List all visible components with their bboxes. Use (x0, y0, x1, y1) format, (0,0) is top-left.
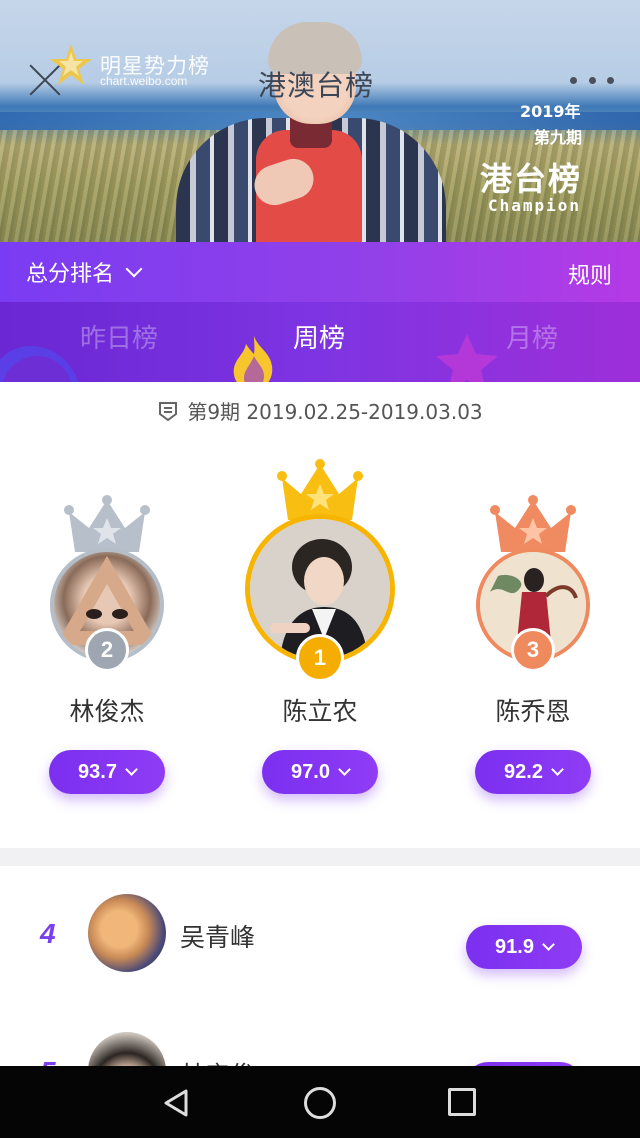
score-value: 93.7 (78, 760, 117, 783)
recent-apps-icon[interactable] (448, 1088, 476, 1116)
chevron-down-icon (551, 763, 564, 776)
name-second: 林俊杰 (69, 697, 145, 726)
bronze-crown-icon (490, 495, 576, 552)
more-options-icon[interactable] (570, 70, 614, 90)
ranking-type-label: 总分排名 (26, 262, 115, 287)
list-avatar (88, 894, 166, 972)
period-tabs: 昨日榜 周榜 月榜 (0, 302, 640, 382)
rank-badge-third: 3 (511, 628, 555, 672)
silver-crown-icon (64, 495, 150, 552)
list-name: 吴青峰 (180, 923, 256, 952)
list-rank: 4 (40, 918, 56, 949)
period-info: 第9期 2019.02.25-2019.03.03 (0, 396, 640, 425)
podium-first[interactable]: 1 陈立农 97.0 (245, 458, 395, 808)
champion-title: 港台榜 (480, 160, 583, 198)
rank-badge-first: 1 (296, 634, 344, 682)
rules-link[interactable]: 规则 (568, 258, 612, 290)
star-logo-icon (50, 44, 92, 85)
score-value: 91.9 (495, 935, 534, 958)
tab-weekly[interactable]: 周榜 (293, 318, 345, 355)
chevron-down-icon (125, 260, 143, 278)
period-text: 第9期 2019.02.25-2019.03.03 (187, 400, 483, 424)
section-divider (0, 848, 640, 866)
flame-icon (233, 336, 273, 382)
tab-daily[interactable]: 昨日榜 (80, 318, 158, 355)
podium-second[interactable]: 2 林俊杰 93.7 (32, 490, 182, 810)
chevron-down-icon (125, 763, 138, 776)
chevron-down-icon (338, 763, 351, 776)
banner-year: 2019年 (520, 102, 581, 121)
tab-monthly[interactable]: 月榜 (506, 318, 558, 355)
name-third: 陈乔恩 (495, 697, 571, 726)
ranking-bar: 总分排名 规则 (0, 242, 640, 302)
star-decor-icon (436, 334, 498, 382)
back-icon[interactable] (162, 1088, 192, 1118)
banner-photo-person (170, 20, 450, 242)
score-value: 92.2 (504, 760, 543, 783)
home-icon[interactable] (304, 1087, 336, 1119)
podium-third[interactable]: 3 陈乔恩 92.2 (458, 490, 608, 810)
rank-badge-second: 2 (85, 628, 129, 672)
chevron-down-icon (542, 938, 555, 951)
banner-issue: 第九期 (534, 128, 583, 147)
score-button-second[interactable]: 93.7 (49, 750, 165, 794)
list-item[interactable]: 4 吴青峰 91.9 (0, 880, 640, 1000)
header-banner: 明星势力榜 chart.weibo.com 港澳台榜 2019年 第九期 港台榜… (0, 0, 640, 242)
score-button-third[interactable]: 92.2 (475, 750, 591, 794)
score-button-first[interactable]: 97.0 (262, 750, 378, 794)
score-button[interactable]: 91.9 (466, 925, 582, 969)
ranking-type-dropdown[interactable]: 总分排名 (26, 256, 143, 288)
calendar-badge-icon (159, 401, 178, 421)
page-title: 港澳台榜 (258, 69, 375, 102)
score-value: 97.0 (291, 760, 330, 783)
champion-subtitle: Champion (488, 196, 582, 215)
name-first: 陈立农 (282, 697, 358, 726)
system-nav-bar (0, 1066, 640, 1138)
logo-url: chart.weibo.com (100, 74, 188, 88)
